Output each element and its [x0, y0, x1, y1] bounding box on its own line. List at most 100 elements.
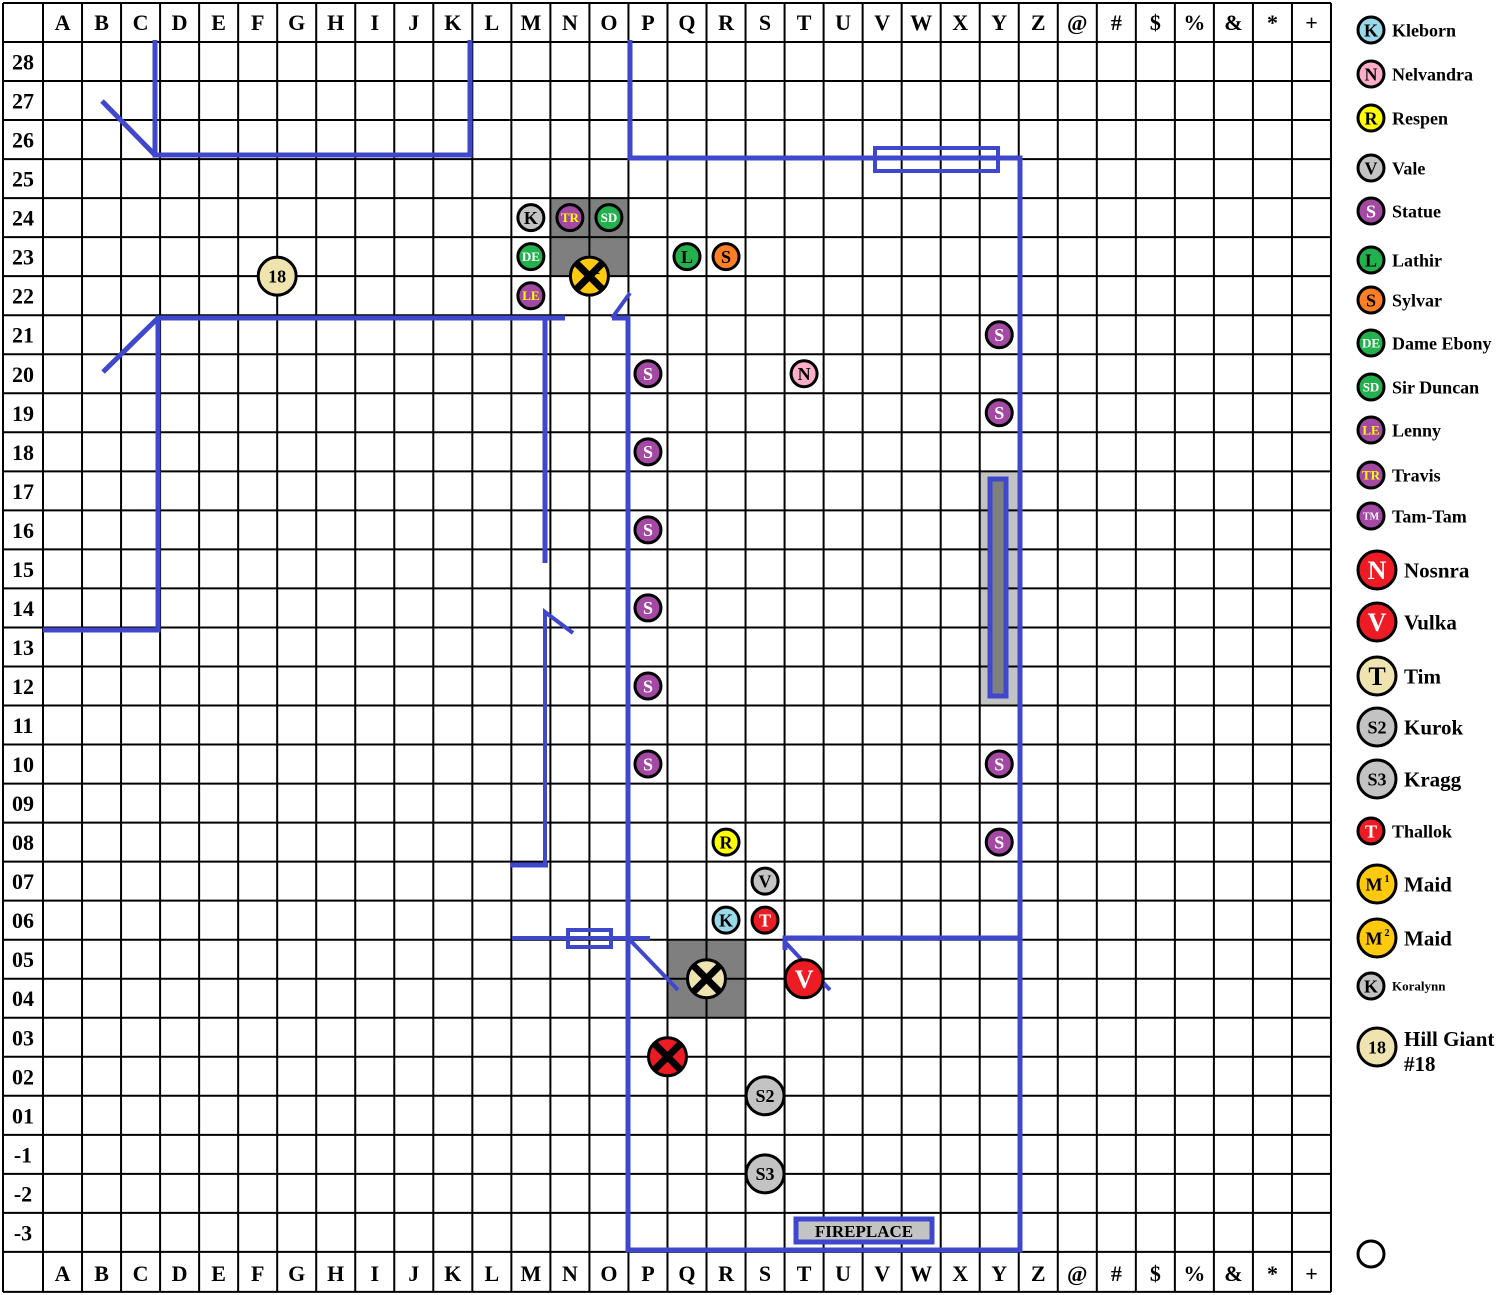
legend-token[interactable]: S2 [1356, 706, 1398, 748]
token-label: K [1364, 20, 1378, 40]
column-header: E [211, 10, 226, 35]
column-header: # [1111, 10, 1122, 35]
legend-token[interactable]: N [1356, 549, 1398, 591]
legend-token[interactable]: V [1356, 601, 1398, 643]
row-header: 02 [12, 1064, 34, 1089]
legend-name: Sir Duncan [1392, 377, 1479, 397]
column-header: % [1183, 10, 1205, 35]
row-header: 27 [12, 89, 34, 114]
token-statue-y19[interactable]: S [984, 398, 1014, 428]
row-header: 13 [12, 635, 34, 660]
token-statue-y10[interactable]: S [984, 749, 1014, 779]
token-label: S [994, 403, 1004, 423]
token-kragg[interactable]: S3 [744, 1153, 786, 1195]
token-statue-p12[interactable]: S [633, 671, 663, 701]
token-label: S3 [756, 1164, 775, 1184]
token-statue-y08[interactable]: S [984, 827, 1014, 857]
legend-token[interactable]: TR [1356, 460, 1386, 490]
token-label: M [1366, 928, 1383, 948]
token-respen[interactable]: R [711, 827, 741, 857]
legend-name: Vulka [1404, 610, 1457, 634]
legend-name: Maid [1404, 872, 1452, 896]
legend-token[interactable]: S [1356, 196, 1386, 226]
window [987, 476, 1009, 699]
token-kleborn[interactable]: K [711, 905, 741, 935]
column-header: F [251, 10, 264, 35]
token-travis[interactable]: TR [555, 203, 585, 233]
column-header: @ [1067, 10, 1087, 35]
legend-token[interactable]: V [1356, 153, 1386, 183]
legend-token[interactable]: T [1356, 816, 1386, 846]
legend-token[interactable]: K [1356, 15, 1386, 45]
token-statue-p20[interactable]: S [633, 359, 663, 389]
token-kurok[interactable]: S2 [744, 1075, 786, 1117]
token-label: TM [1363, 512, 1380, 523]
token-nelvandra[interactable]: N [789, 359, 819, 389]
column-header: Q [678, 10, 695, 35]
token-sylvar[interactable]: S [711, 242, 741, 272]
legend-name: Dame Ebony [1392, 333, 1492, 353]
legend-token[interactable]: K [1356, 971, 1386, 1001]
column-header: I [370, 10, 379, 35]
token-sir-duncan[interactable]: SD [594, 203, 624, 233]
token-thallok[interactable]: T [750, 905, 780, 935]
legend-token[interactable]: M2 [1356, 917, 1398, 959]
legend-item: V Vulka [1356, 601, 1457, 643]
column-header: K [444, 1261, 461, 1286]
token-nosnra-down[interactable] [646, 1036, 688, 1078]
token-label: S [994, 325, 1004, 345]
legend-token[interactable] [1356, 1239, 1386, 1269]
token-maid-2-down[interactable]: 2 [568, 255, 610, 297]
column-header: T [797, 1261, 812, 1286]
token-lenny[interactable]: LE [516, 281, 546, 311]
token-label: TR [1362, 468, 1381, 483]
token-statue-p16[interactable]: S [633, 515, 663, 545]
token-tim-down[interactable] [686, 958, 728, 1000]
legend-name: Lenny [1392, 420, 1441, 440]
legend-name: Maid [1404, 926, 1452, 950]
token-lathir[interactable]: L [672, 242, 702, 272]
legend-name: Lathir [1392, 250, 1442, 270]
legend-token[interactable]: S3 [1356, 758, 1398, 800]
row-header: 28 [12, 50, 34, 75]
legend-item: M 2 Maid [1356, 917, 1452, 959]
legend-token[interactable]: L [1356, 245, 1386, 275]
legend-item: SD Sir Duncan [1356, 372, 1479, 402]
token-statue-p10[interactable]: S [633, 749, 663, 779]
token-koralynn[interactable]: K [516, 203, 546, 233]
legend-name: Nelvandra [1392, 64, 1473, 84]
column-header: D [172, 1261, 188, 1286]
legend-item: R Respen [1356, 103, 1448, 133]
legend-token[interactable]: 18 [1356, 1026, 1398, 1068]
column-header: A [55, 10, 71, 35]
wall [152, 40, 473, 158]
token-label: DE [522, 249, 540, 264]
legend-item: LE Lenny [1356, 415, 1441, 445]
token-label: S [643, 364, 653, 384]
token-vulka[interactable]: V [783, 958, 825, 1000]
column-header: H [327, 1261, 344, 1286]
legend-token[interactable]: TM [1356, 501, 1386, 531]
column-header: Z [1031, 10, 1046, 35]
legend-token[interactable]: N [1356, 59, 1386, 89]
column-header: Z [1031, 1261, 1046, 1286]
legend-token[interactable]: M1 [1356, 863, 1398, 905]
legend-token[interactable]: LE [1356, 415, 1386, 445]
legend-item: T Tim [1356, 655, 1441, 697]
token-dame-ebony[interactable]: DE [516, 242, 546, 272]
column-header: U [835, 1261, 851, 1286]
legend-token[interactable]: R [1356, 103, 1386, 133]
legend-item: TM Tam-Tam [1356, 501, 1467, 531]
legend-token[interactable]: SD [1356, 372, 1386, 402]
legend-token[interactable]: DE [1356, 328, 1386, 358]
column-header: O [600, 1261, 617, 1286]
token-statue-p14[interactable]: S [633, 593, 663, 623]
column-header: S [759, 10, 771, 35]
token-hill-giant-18[interactable]: 18 [256, 255, 298, 297]
token-statue-p18[interactable]: S [633, 437, 663, 467]
column-header: * [1267, 1261, 1278, 1286]
legend-token[interactable]: S [1356, 285, 1386, 315]
token-statue-y21[interactable]: S [984, 320, 1014, 350]
token-vale[interactable]: V [750, 866, 780, 896]
legend-token[interactable]: T [1356, 655, 1398, 697]
